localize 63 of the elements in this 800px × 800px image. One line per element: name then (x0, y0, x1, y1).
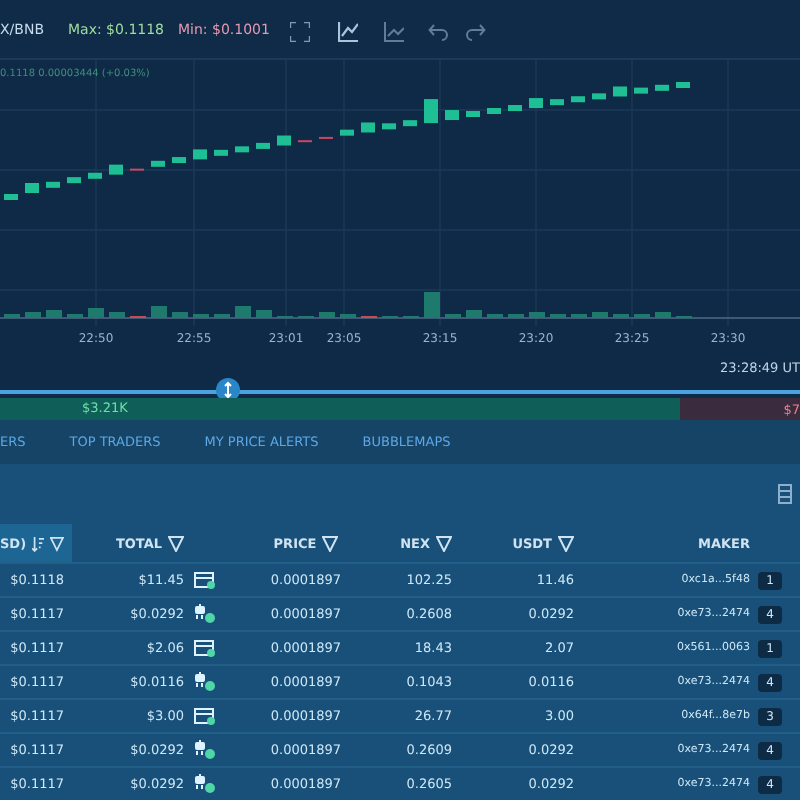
candle (46, 181, 60, 188)
candle (67, 177, 81, 184)
candle (361, 122, 375, 133)
volume-bar (235, 306, 251, 318)
robot-icon (193, 604, 215, 624)
volume-bar (172, 312, 188, 318)
volume-bar (88, 308, 104, 318)
volume-bar (529, 312, 545, 318)
candle (487, 108, 501, 114)
candle (88, 172, 102, 179)
fullscreen-icon[interactable] (290, 22, 310, 42)
volume-bar (319, 312, 335, 318)
candle (550, 99, 564, 106)
candle (424, 99, 438, 124)
filter-icon[interactable] (436, 535, 452, 551)
candle (340, 129, 354, 136)
candle (277, 135, 291, 146)
volume-bar (46, 310, 62, 318)
candle (172, 157, 186, 164)
volume-bar (592, 312, 608, 318)
candle (109, 164, 123, 175)
volume-bar (151, 306, 167, 318)
volume-bar (25, 312, 41, 318)
candle (445, 110, 459, 121)
candle (466, 111, 480, 117)
candle (25, 183, 39, 193)
candle (151, 160, 165, 167)
candle (529, 98, 543, 109)
candle (508, 105, 522, 112)
candle (613, 86, 627, 97)
robot-icon (193, 774, 215, 794)
volume-bar (655, 312, 671, 318)
wallet-icon (193, 639, 215, 657)
robot-icon (193, 672, 215, 692)
candle (571, 96, 585, 103)
sort-icon[interactable] (32, 535, 45, 551)
volume-bar (466, 310, 482, 318)
volume-bar (109, 312, 125, 318)
filter-icon[interactable] (168, 535, 184, 551)
undo-icon[interactable] (428, 22, 448, 42)
candle (256, 142, 270, 149)
wallet-icon (193, 707, 215, 725)
candle (655, 84, 669, 91)
columns-icon[interactable] (778, 484, 792, 504)
filter-icon[interactable] (558, 535, 574, 551)
wallet-icon (193, 571, 215, 589)
candle (4, 194, 18, 200)
candle (382, 123, 396, 130)
volume-bar (256, 310, 272, 318)
candle (214, 149, 228, 156)
candle (634, 87, 648, 94)
candle (676, 82, 690, 88)
redo-icon[interactable] (466, 22, 486, 42)
candle (592, 93, 606, 100)
candle (235, 146, 249, 153)
candle (403, 120, 417, 127)
filter-icon[interactable] (322, 535, 339, 551)
candle (193, 149, 207, 160)
robot-icon (193, 740, 215, 760)
chart-icon[interactable] (338, 22, 358, 42)
chart-icon[interactable] (384, 22, 404, 42)
filter-icon[interactable] (50, 535, 64, 551)
volume-bar (424, 292, 440, 318)
